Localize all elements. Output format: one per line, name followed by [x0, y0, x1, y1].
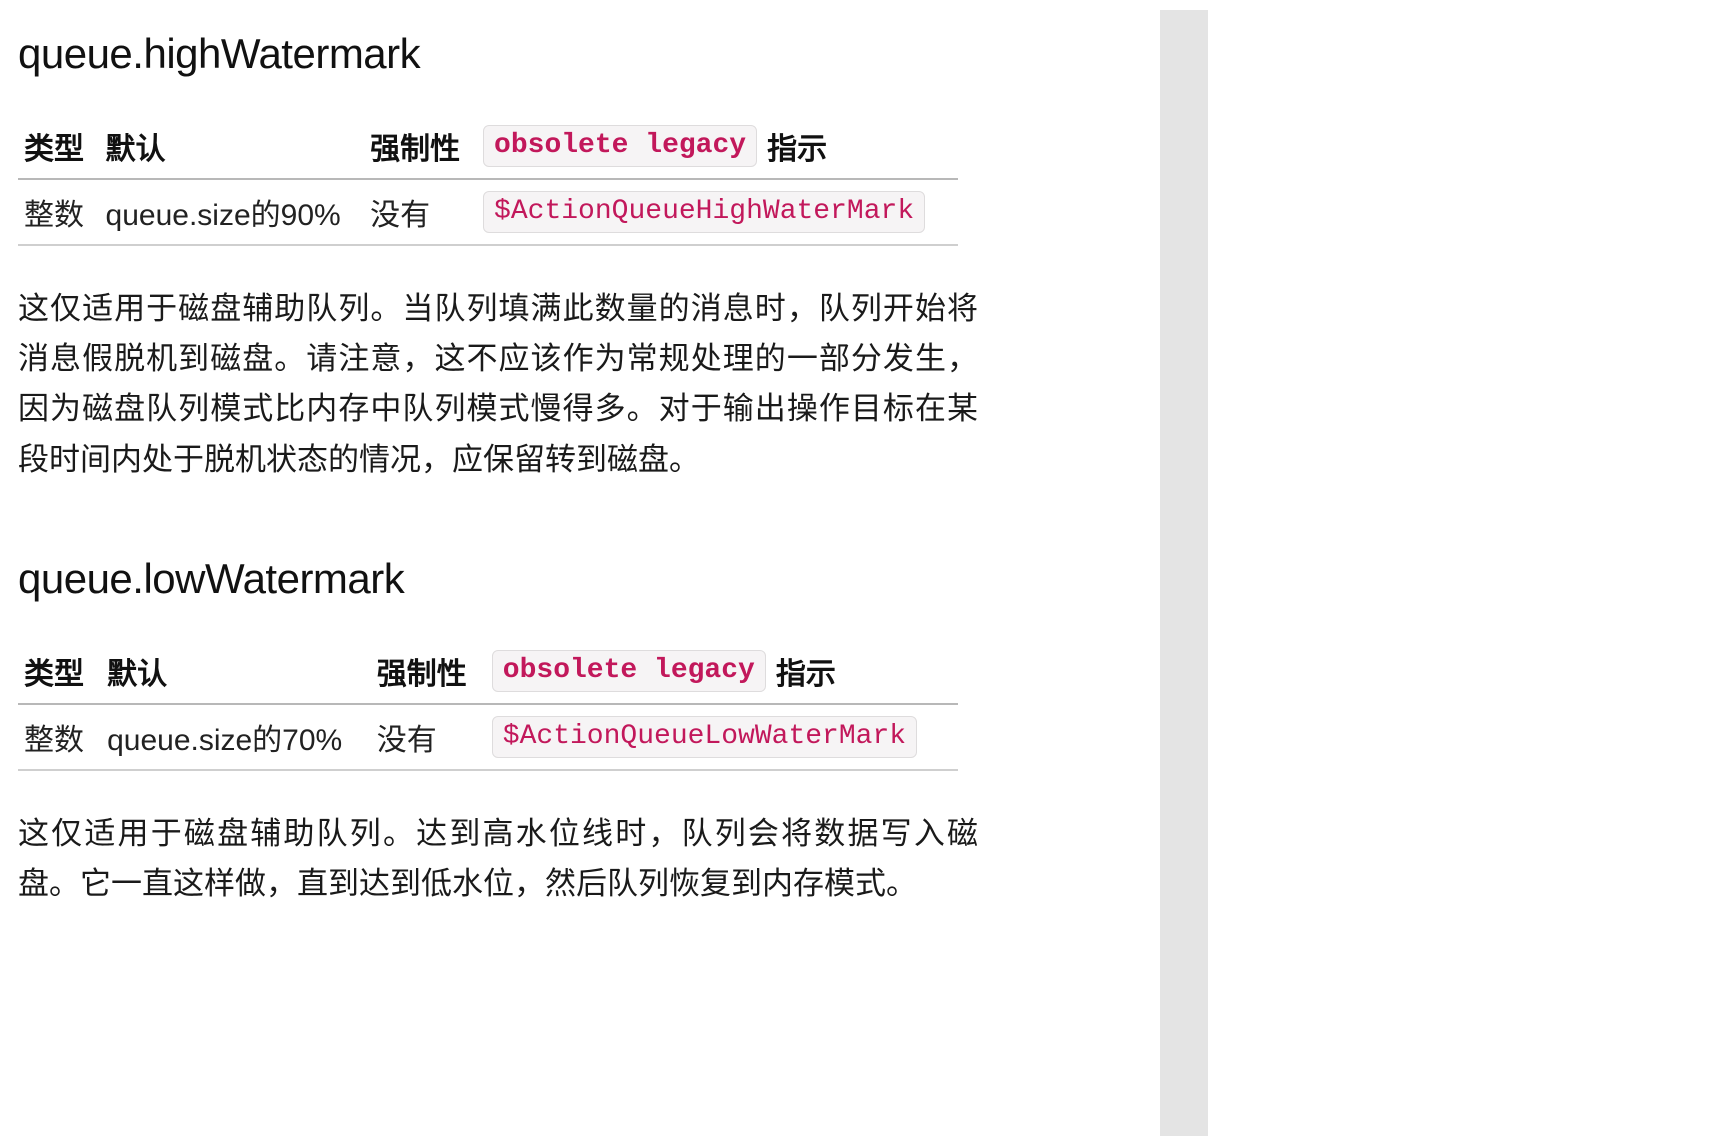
directive-code: $ActionQueueHighWaterMark — [483, 191, 925, 233]
col-mandatory: 强制性 — [371, 643, 486, 704]
obsolete-legacy-badge: obsolete legacy — [483, 125, 757, 167]
cell-mandatory: 没有 — [371, 704, 486, 770]
param-table: 类型 默认 强制性 obsolete legacy 指示 整数 — [18, 643, 958, 771]
obsolete-legacy-badge: obsolete legacy — [492, 650, 766, 692]
section-title: queue.lowWatermark — [18, 555, 1142, 603]
col-directive: obsolete legacy 指示 — [477, 118, 958, 179]
directive-code: $ActionQueueLowWaterMark — [492, 716, 917, 758]
table-header-row: 类型 默认 强制性 obsolete legacy 指示 — [18, 643, 958, 704]
cell-type: 整数 — [18, 179, 100, 245]
col-default: 默认 — [100, 118, 365, 179]
col-directive: obsolete legacy 指示 — [486, 643, 958, 704]
cell-default: queue.size的70% — [101, 704, 371, 770]
col-default: 默认 — [101, 643, 371, 704]
cell-directive: $ActionQueueHighWaterMark — [477, 179, 958, 245]
col-mandatory: 强制性 — [364, 118, 477, 179]
section-title: queue.highWatermark — [18, 30, 1142, 78]
section-description: 这仅适用于磁盘辅助队列。达到高水位线时，队列会将数据写入磁盘。它一直这样做，直到… — [18, 809, 978, 909]
param-table: 类型 默认 强制性 obsolete legacy 指示 整数 — [18, 118, 958, 246]
cell-mandatory: 没有 — [364, 179, 477, 245]
col-directive-label: 指示 — [776, 649, 836, 693]
cell-directive: $ActionQueueLowWaterMark — [486, 704, 958, 770]
scrollbar-track[interactable] — [1160, 10, 1208, 1136]
cell-type: 整数 — [18, 704, 101, 770]
table-row: 整数 queue.size的70% 没有 $ActionQueueLowWate… — [18, 704, 958, 770]
table-row: 整数 queue.size的90% 没有 $ActionQueueHighWat… — [18, 179, 958, 245]
page-root: queue.highWatermark 类型 默认 强制性 obsolete l… — [0, 0, 1712, 1136]
section-description: 这仅适用于磁盘辅助队列。当队列填满此数量的消息时，队列开始将消息假脱机到磁盘。请… — [18, 284, 978, 485]
section-low-watermark: queue.lowWatermark 类型 默认 强制性 obsolete le… — [18, 555, 1142, 909]
section-high-watermark: queue.highWatermark 类型 默认 强制性 obsolete l… — [18, 30, 1142, 485]
table-header-row: 类型 默认 强制性 obsolete legacy 指示 — [18, 118, 958, 179]
col-type: 类型 — [18, 118, 100, 179]
content-area: queue.highWatermark 类型 默认 强制性 obsolete l… — [0, 0, 1160, 1136]
cell-default: queue.size的90% — [100, 179, 365, 245]
col-directive-label: 指示 — [767, 124, 827, 168]
col-type: 类型 — [18, 643, 101, 704]
